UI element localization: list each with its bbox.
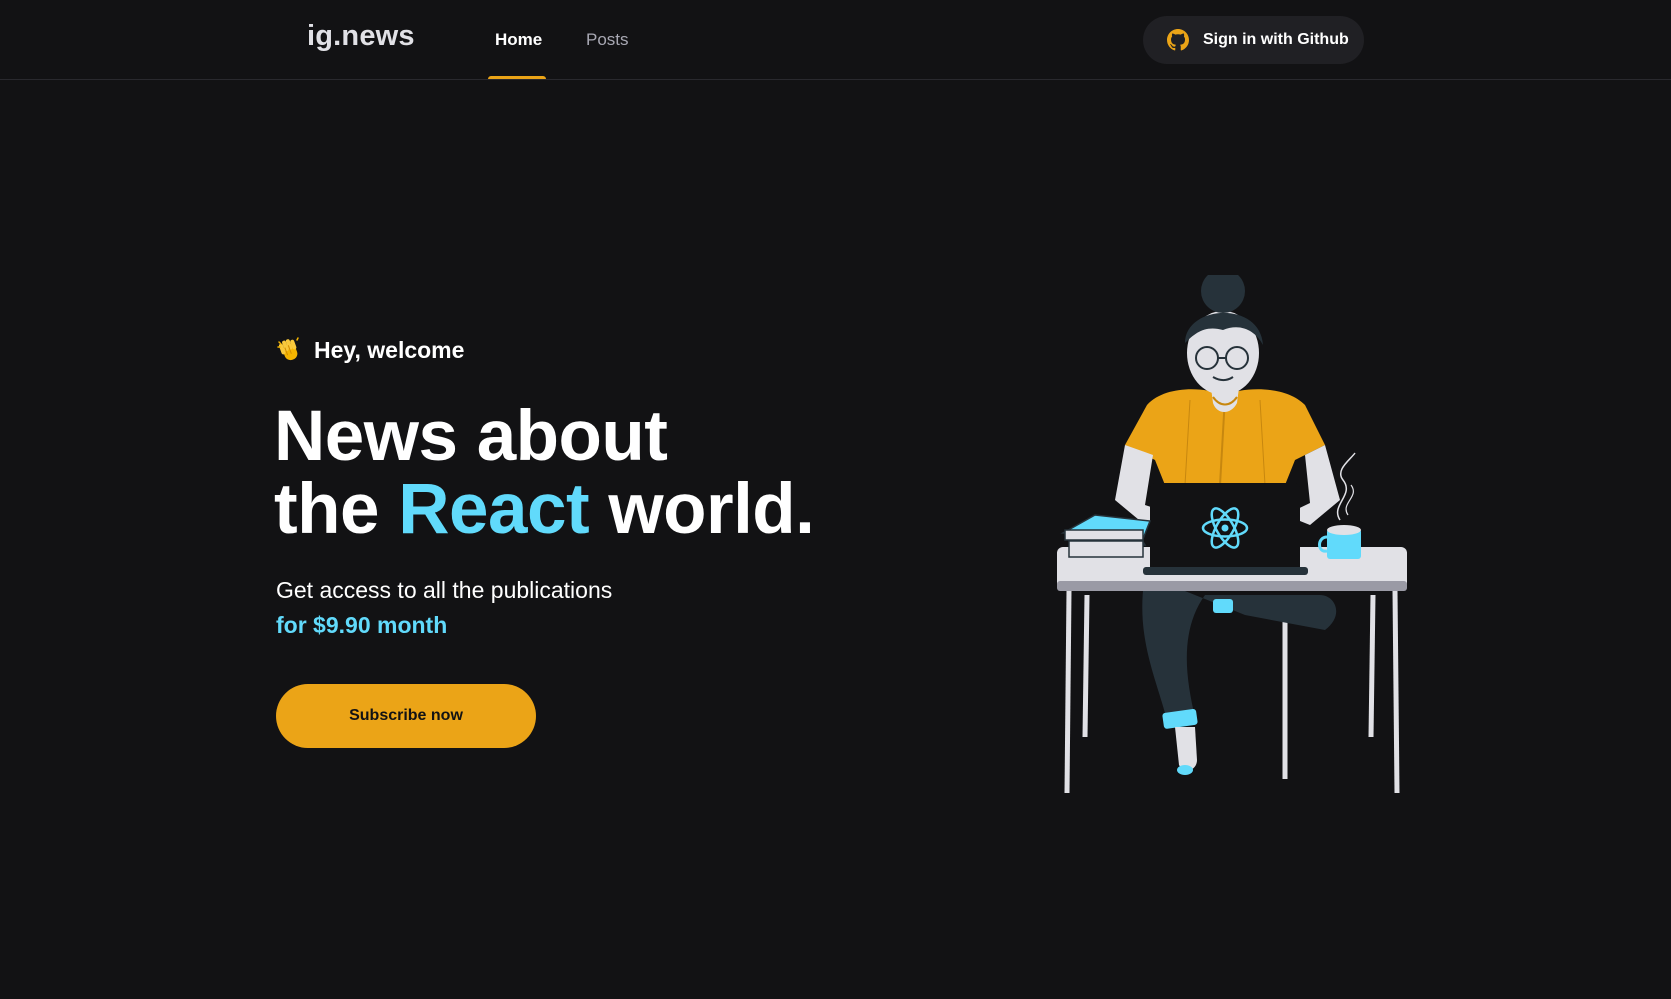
hero-subtitle: Get access to all the publications [276,577,613,603]
nav-home-link[interactable]: Home [495,29,542,51]
sign-in-github-button[interactable]: Sign in with Github [1143,16,1364,64]
hero-price: for $9.90 month [276,612,448,638]
hero-title: News about the React world. [274,397,815,549]
active-nav-indicator [488,76,546,79]
title-line-2-post: world. [589,470,815,549]
nav-posts-link[interactable]: Posts [586,29,629,51]
logo[interactable]: ig.news [307,20,415,53]
woman-laptop-illustration [1055,269,1410,805]
welcome-text: Hey, welcome [314,336,465,363]
title-accent-react: React [398,470,590,549]
top-header: ig.news Home Posts Sign in with Github [0,0,1671,80]
title-line-1: News about [274,397,668,476]
sign-in-label: Sign in with Github [1203,31,1349,48]
welcome-line: Hey, welcome [276,336,464,364]
title-line-2-pre: the [274,470,399,549]
github-icon [1167,29,1189,51]
subscribe-button[interactable]: Subscribe now [276,684,536,748]
clapping-hands-icon [276,336,304,364]
